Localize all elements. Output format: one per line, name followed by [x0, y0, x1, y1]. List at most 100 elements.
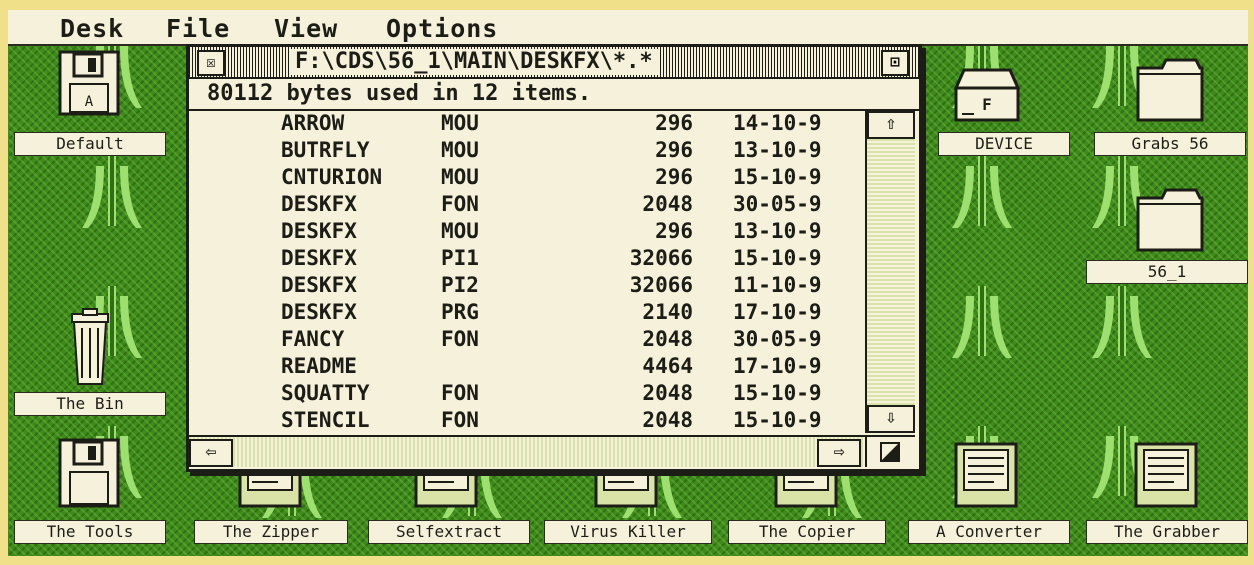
folder-icon[interactable] — [1136, 56, 1204, 122]
file-row[interactable]: SQUATTY FON 2048 15-10-9 — [189, 381, 865, 408]
file-date: 15-10-9 — [733, 381, 822, 405]
file-ext: FON — [441, 327, 479, 351]
file-date: 15-10-9 — [733, 246, 822, 270]
file-size: 2048 — [642, 408, 693, 432]
icon-label-the-grabber[interactable]: The Grabber — [1086, 520, 1248, 544]
trash-bin-icon[interactable] — [68, 308, 112, 386]
file-ext: MOU — [441, 138, 479, 162]
file-name: DESKFX — [281, 300, 357, 324]
icon-label-the-bin[interactable]: The Bin — [14, 392, 166, 416]
floppy-disk-icon[interactable] — [58, 438, 120, 508]
file-row[interactable]: DESKFX MOU 296 13-10-9 — [189, 219, 865, 246]
folder-icon[interactable] — [1136, 186, 1204, 252]
menu-options[interactable]: Options — [386, 14, 498, 43]
icon-label-the-zipper[interactable]: The Zipper — [194, 520, 348, 544]
file-ext: PRG — [441, 300, 479, 324]
menu-bar: Desk File View Options — [8, 10, 1248, 46]
scroll-up-arrow-icon[interactable]: ⇧ — [867, 111, 915, 139]
scroll-left-arrow-icon[interactable]: ⇦ — [189, 439, 233, 467]
file-name: DESKFX — [281, 192, 357, 216]
file-date: 30-05-9 — [733, 192, 822, 216]
file-size: 296 — [655, 219, 693, 243]
icon-label-a-converter[interactable]: A Converter — [908, 520, 1070, 544]
file-ext: FON — [441, 408, 479, 432]
icon-label-selfextract[interactable]: Selfextract — [368, 520, 530, 544]
file-date: 17-10-9 — [733, 354, 822, 378]
file-name: ARROW — [281, 111, 345, 135]
file-name: DESKFX — [281, 273, 357, 297]
file-date: 13-10-9 — [733, 138, 822, 162]
fuller-box-icon[interactable]: ⊡ — [881, 50, 909, 76]
scroll-right-arrow-icon[interactable]: ⇨ — [817, 439, 861, 467]
file-row[interactable]: ARROW MOU 296 14-10-9 — [189, 111, 865, 138]
program-icon[interactable] — [954, 442, 1018, 508]
file-date: 30-05-9 — [733, 327, 822, 351]
file-row[interactable]: DESKFX FON 2048 30-05-9 — [189, 192, 865, 219]
file-ext: PI2 — [441, 273, 479, 297]
file-size: 2048 — [642, 381, 693, 405]
window-title: F:\CDS\56_1\MAIN\DESKFX\*.* — [289, 49, 659, 75]
window-info-line: 80112 bytes used in 12 items. — [189, 79, 919, 111]
file-date: 15-10-9 — [733, 408, 822, 432]
directory-window: ☒ F:\CDS\56_1\MAIN\DESKFX\*.* ⊡ 80112 by… — [186, 44, 922, 472]
icon-label-56-1[interactable]: 56_1 — [1086, 260, 1248, 284]
file-row[interactable]: DESKFX PI1 32066 15-10-9 — [189, 246, 865, 273]
file-ext: MOU — [441, 219, 479, 243]
file-row[interactable]: CNTURION MOU 296 15-10-9 — [189, 165, 865, 192]
icon-label-the-tools[interactable]: The Tools — [14, 520, 166, 544]
file-ext: MOU — [441, 111, 479, 135]
menu-view[interactable]: View — [274, 14, 338, 43]
file-row[interactable]: STENCIL FON 2048 15-10-9 — [189, 408, 865, 435]
file-list: ARROW MOU 296 14-10-9 BUTRFLY MOU 296 13-10-9 CN… — [189, 111, 865, 435]
file-date: 17-10-9 — [733, 300, 822, 324]
icon-label-default[interactable]: Default — [14, 132, 166, 156]
icon-label-device[interactable]: DEVICE — [938, 132, 1070, 156]
file-row[interactable]: README 4464 17-10-9 — [189, 354, 865, 381]
file-size: 2140 — [642, 300, 693, 324]
file-name: DESKFX — [281, 246, 357, 270]
file-ext: FON — [441, 192, 479, 216]
file-size: 2048 — [642, 192, 693, 216]
file-row[interactable]: BUTRFLY MOU 296 13-10-9 — [189, 138, 865, 165]
file-date: 14-10-9 — [733, 111, 822, 135]
menu-desk[interactable]: Desk — [60, 14, 124, 43]
file-date: 11-10-9 — [733, 273, 822, 297]
file-date: 15-10-9 — [733, 165, 822, 189]
file-size: 296 — [655, 138, 693, 162]
resize-icon[interactable] — [867, 437, 913, 465]
file-name: BUTRFLY — [281, 138, 370, 162]
disk-letter: A — [85, 94, 94, 110]
drive-letter: F — [982, 95, 992, 114]
info-text: 80112 bytes used in 12 items. — [207, 81, 592, 106]
floppy-disk-icon[interactable]: A — [58, 50, 120, 116]
icon-label-the-copier[interactable]: The Copier — [728, 520, 886, 544]
file-name: DESKFX — [281, 219, 357, 243]
file-ext: PI1 — [441, 246, 479, 270]
window-titlebar[interactable]: ☒ F:\CDS\56_1\MAIN\DESKFX\*.* ⊡ — [189, 47, 919, 79]
horizontal-scrollbar[interactable]: ⇦ ⇨ — [189, 435, 865, 467]
close-box-icon[interactable]: ☒ — [197, 50, 225, 76]
file-date: 13-10-9 — [733, 219, 822, 243]
file-name: CNTURION — [281, 165, 383, 189]
file-name: README — [281, 354, 357, 378]
file-row[interactable]: FANCY FON 2048 30-05-9 — [189, 327, 865, 354]
file-size: 4464 — [642, 354, 693, 378]
file-row[interactable]: DESKFX PRG 2140 17-10-9 — [189, 300, 865, 327]
file-size: 32066 — [629, 246, 693, 270]
file-size: 2048 — [642, 327, 693, 351]
file-row[interactable]: DESKFX PI2 32066 11-10-9 — [189, 273, 865, 300]
file-name: SQUATTY — [281, 381, 370, 405]
vertical-scrollbar[interactable]: ⇧ ⇩ — [865, 111, 915, 433]
file-ext: MOU — [441, 165, 479, 189]
file-size: 296 — [655, 165, 693, 189]
icon-label-virus-killer[interactable]: Virus Killer — [544, 520, 712, 544]
menu-file[interactable]: File — [166, 14, 230, 43]
scroll-down-arrow-icon[interactable]: ⇩ — [867, 405, 915, 433]
resize-box[interactable] — [865, 435, 915, 467]
file-size: 296 — [655, 111, 693, 135]
file-ext: FON — [441, 381, 479, 405]
hard-drive-icon[interactable]: F — [954, 68, 1020, 122]
program-icon[interactable] — [1134, 442, 1198, 508]
icon-label-grabs56[interactable]: Grabs 56 — [1094, 132, 1246, 156]
file-name: STENCIL — [281, 408, 370, 432]
